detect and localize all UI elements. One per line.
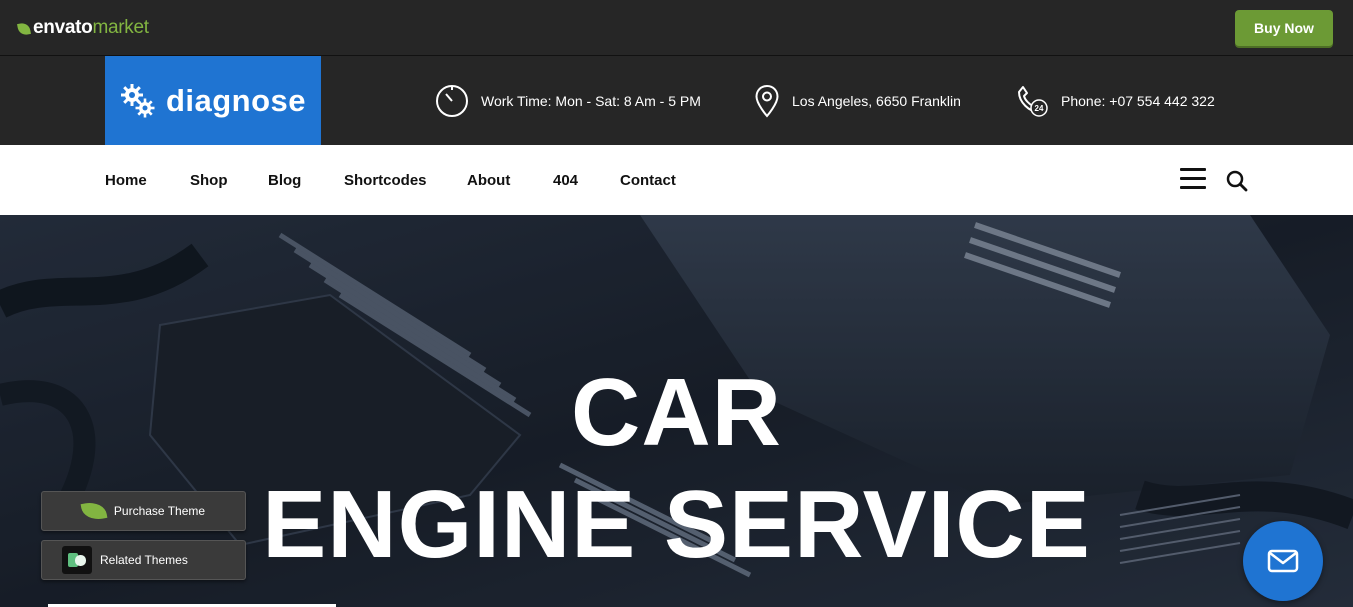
phone-info: 24 Phone: +07 554 442 322 bbox=[1015, 84, 1215, 118]
envato-leaf-icon bbox=[80, 500, 108, 522]
phone-24-icon: 24 bbox=[1018, 86, 1048, 117]
purchase-theme-button[interactable]: Purchase Theme bbox=[41, 491, 246, 531]
envato-topbar: envato market Buy Now bbox=[0, 0, 1353, 56]
nav-item-about[interactable]: About bbox=[467, 172, 510, 189]
work-time-text: Work Time: Mon - Sat: 8 Am - 5 PM bbox=[481, 93, 701, 109]
location-text: Los Angeles, 6650 Franklin bbox=[792, 93, 961, 109]
nav-item-home[interactable]: Home bbox=[105, 172, 147, 189]
envato-logo-word: envato bbox=[33, 17, 93, 38]
clock-icon bbox=[436, 85, 468, 117]
nav-item-contact[interactable]: Contact bbox=[620, 172, 676, 189]
search-icon[interactable] bbox=[1226, 170, 1248, 192]
related-themes-button[interactable]: Related Themes bbox=[41, 540, 246, 580]
nav-item-shop[interactable]: Shop bbox=[190, 172, 228, 189]
site-logo[interactable]: diagnose bbox=[105, 56, 321, 145]
nav-item-blog[interactable]: Blog bbox=[268, 172, 301, 189]
buy-now-button[interactable]: Buy Now bbox=[1235, 10, 1333, 46]
hero-title-line-1: CAR bbox=[571, 359, 782, 466]
market-logo-word: market bbox=[92, 17, 149, 38]
related-themes-icon bbox=[62, 546, 92, 574]
nav-item-404[interactable]: 404 bbox=[553, 172, 578, 189]
hamburger-menu-icon[interactable] bbox=[1180, 168, 1206, 190]
purchase-theme-label: Purchase Theme bbox=[113, 504, 206, 518]
main-nav: Home Shop Blog Shortcodes About 404 Cont… bbox=[0, 145, 1353, 215]
phone-text: Phone: +07 554 442 322 bbox=[1061, 93, 1215, 109]
contact-mail-button[interactable] bbox=[1243, 521, 1323, 601]
envato-market-logo[interactable]: envato market bbox=[17, 17, 149, 39]
nav-item-shortcodes[interactable]: Shortcodes bbox=[344, 172, 427, 189]
gears-icon bbox=[120, 83, 155, 117]
work-time-info: Work Time: Mon - Sat: 8 Am - 5 PM bbox=[435, 84, 701, 118]
svg-text:24: 24 bbox=[1035, 104, 1044, 113]
site-header: diagnose Work Time: Mon - Sat: 8 Am - 5 … bbox=[0, 56, 1353, 145]
envato-leaf-icon bbox=[17, 22, 31, 36]
related-themes-label: Related Themes bbox=[100, 553, 188, 567]
brand-name: diagnose bbox=[165, 82, 307, 118]
location-info: Los Angeles, 6650 Franklin bbox=[754, 84, 961, 118]
map-pin-icon bbox=[755, 84, 779, 118]
mail-icon bbox=[1267, 549, 1299, 573]
